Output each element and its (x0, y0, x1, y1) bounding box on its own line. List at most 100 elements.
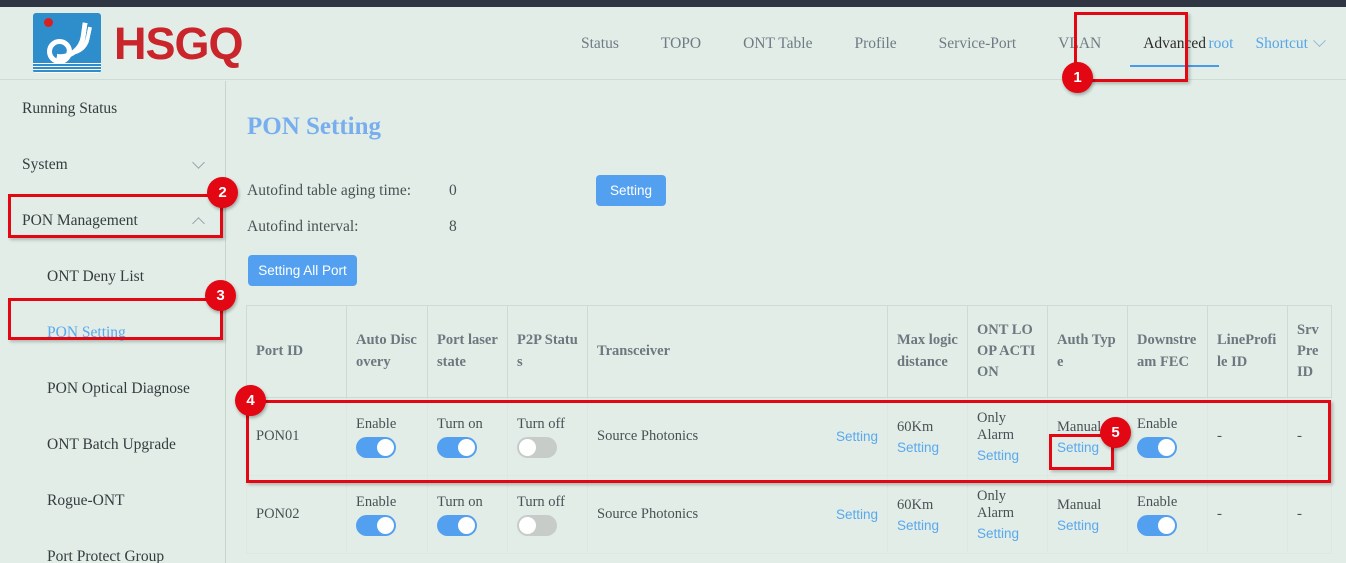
ont-loop-action-value: Only Alarm (977, 488, 1038, 522)
col-ont-loop-action: ONT LOOP ACTION (968, 306, 1048, 398)
sidebar-item-label: PON Optical Diagnose (47, 380, 190, 398)
cell-srv-pre-id: - (1288, 476, 1332, 554)
field-label: Autofind interval: (247, 218, 449, 236)
cell-max-logic-distance: 60Km Setting (888, 398, 968, 476)
cell-ont-loop-action: Only Alarm Setting (968, 476, 1048, 554)
col-p2p-status: P2P Status (508, 306, 588, 398)
chevron-down-icon (192, 156, 205, 169)
toggle-label: Turn off (517, 416, 565, 433)
port-laser-state-toggle[interactable] (437, 437, 477, 458)
p2p-status-toggle[interactable] (517, 515, 557, 536)
sidebar-item-running-status[interactable]: Running Status (0, 81, 225, 137)
shortcut-menu[interactable]: Shortcut (1255, 35, 1324, 53)
brand-name: HSGQ (114, 21, 243, 66)
toggle-label: Enable (356, 416, 396, 433)
sidebar-item-label: Rogue-ONT (47, 492, 125, 510)
col-auth-type: Auth Type (1048, 306, 1128, 398)
chevron-down-icon (1313, 34, 1326, 47)
nav-item-service-port[interactable]: Service-Port (918, 7, 1037, 80)
field-autofind-aging-time: Autofind table aging time: 0 (247, 182, 457, 200)
field-value: 0 (449, 182, 457, 200)
auth-type-value: Manual (1057, 497, 1101, 514)
col-port-id: Port ID (247, 306, 347, 398)
cell-line-profile-id: - (1208, 398, 1288, 476)
pon-table: Port ID Auto Discovery Port laser state … (246, 305, 1332, 554)
toggle-label: Turn on (437, 416, 483, 433)
header-right-group: root Shortcut (1209, 7, 1325, 80)
brand-logo[interactable]: HSGQ (33, 13, 243, 73)
sidebar-item-system[interactable]: System (0, 137, 225, 193)
shortcut-label: Shortcut (1255, 35, 1308, 53)
ont-loop-action-setting-link[interactable]: Setting (977, 526, 1019, 541)
cell-p2p-status: Turn off (508, 398, 588, 476)
port-laser-state-toggle[interactable] (437, 515, 477, 536)
nav-item-status[interactable]: Status (560, 7, 640, 80)
ont-loop-action-value: Only Alarm (977, 410, 1038, 444)
page-title: PON Setting (247, 113, 381, 141)
cell-srv-pre-id: - (1288, 398, 1332, 476)
auth-type-setting-link[interactable]: Setting (1057, 440, 1099, 455)
auto-discovery-toggle[interactable] (356, 437, 396, 458)
cell-transceiver: Source Photonics Setting (588, 398, 888, 476)
downstream-fec-toggle[interactable] (1137, 437, 1177, 458)
app-header: HSGQ Status TOPO ONT Table Profile Servi… (0, 7, 1346, 80)
setting-all-port-button[interactable]: Setting All Port (248, 255, 357, 286)
cell-auth-type: Manual Setting (1048, 398, 1128, 476)
sidebar-item-label: ONT Deny List (47, 268, 144, 286)
top-accent-bar (0, 0, 1346, 7)
cell-auth-type: Manual Setting (1048, 476, 1128, 554)
max-logic-distance-setting-link[interactable]: Setting (897, 440, 939, 455)
auth-type-value: Manual (1057, 419, 1101, 436)
ont-loop-action-setting-link[interactable]: Setting (977, 448, 1019, 463)
sidebar: Running Status System PON Management ONT… (0, 81, 226, 563)
toggle-label: Enable (356, 494, 396, 511)
sidebar-item-pon-management[interactable]: PON Management (0, 193, 225, 249)
toggle-label: Enable (1137, 416, 1177, 433)
pon-table-wrapper: Port ID Auto Discovery Port laser state … (246, 305, 1346, 554)
sidebar-item-label: Port Protect Group (47, 548, 164, 563)
cell-max-logic-distance: 60Km Setting (888, 476, 968, 554)
max-logic-distance-value: 60Km (897, 419, 933, 436)
nav-item-topo[interactable]: TOPO (640, 7, 722, 80)
p2p-status-toggle[interactable] (517, 437, 557, 458)
user-root-link[interactable]: root (1209, 35, 1234, 53)
sidebar-item-port-protect-group[interactable]: Port Protect Group (0, 529, 225, 563)
toggle-label: Enable (1137, 494, 1177, 511)
transceiver-setting-link[interactable]: Setting (836, 429, 878, 444)
cell-downstream-fec: Enable (1128, 398, 1208, 476)
transceiver-value: Source Photonics (597, 428, 698, 445)
max-logic-distance-setting-link[interactable]: Setting (897, 518, 939, 533)
sidebar-item-label: Running Status (22, 100, 117, 118)
hsgq-logo-icon (33, 13, 101, 73)
downstream-fec-toggle[interactable] (1137, 515, 1177, 536)
auth-type-setting-link[interactable]: Setting (1057, 518, 1099, 533)
col-line-profile-id: LineProfile ID (1208, 306, 1288, 398)
nav-item-vlan[interactable]: VLAN (1037, 7, 1122, 80)
cell-port-id: PON02 (247, 476, 347, 554)
auto-discovery-toggle[interactable] (356, 515, 396, 536)
toggle-label: Turn off (517, 494, 565, 511)
nav-item-profile[interactable]: Profile (833, 7, 917, 80)
cell-p2p-status: Turn off (508, 476, 588, 554)
col-downstream-fec: Downstream FEC (1128, 306, 1208, 398)
sidebar-item-ont-batch-upgrade[interactable]: ONT Batch Upgrade (0, 417, 225, 473)
transceiver-setting-link[interactable]: Setting (836, 507, 878, 522)
sidebar-item-label: PON Management (22, 212, 138, 230)
main-nav: Status TOPO ONT Table Profile Service-Po… (560, 7, 1227, 80)
col-transceiver: Transceiver (588, 306, 888, 398)
field-label: Autofind table aging time: (247, 182, 449, 200)
cell-auto-discovery: Enable (347, 398, 428, 476)
sidebar-item-ont-deny-list[interactable]: ONT Deny List (0, 249, 225, 305)
table-header-row: Port ID Auto Discovery Port laser state … (247, 306, 1332, 398)
setting-button[interactable]: Setting (596, 175, 666, 206)
transceiver-value: Source Photonics (597, 506, 698, 523)
sidebar-item-pon-setting[interactable]: PON Setting (0, 305, 225, 361)
chevron-up-icon (192, 217, 205, 230)
nav-item-ont-table[interactable]: ONT Table (722, 7, 833, 80)
table-row: PON02 Enable Turn on (247, 476, 1332, 554)
field-value: 8 (449, 218, 457, 236)
col-max-logic-distance: Max logic distance (888, 306, 968, 398)
cell-transceiver: Source Photonics Setting (588, 476, 888, 554)
sidebar-item-pon-optical-diagnose[interactable]: PON Optical Diagnose (0, 361, 225, 417)
sidebar-item-rogue-ont[interactable]: Rogue-ONT (0, 473, 225, 529)
